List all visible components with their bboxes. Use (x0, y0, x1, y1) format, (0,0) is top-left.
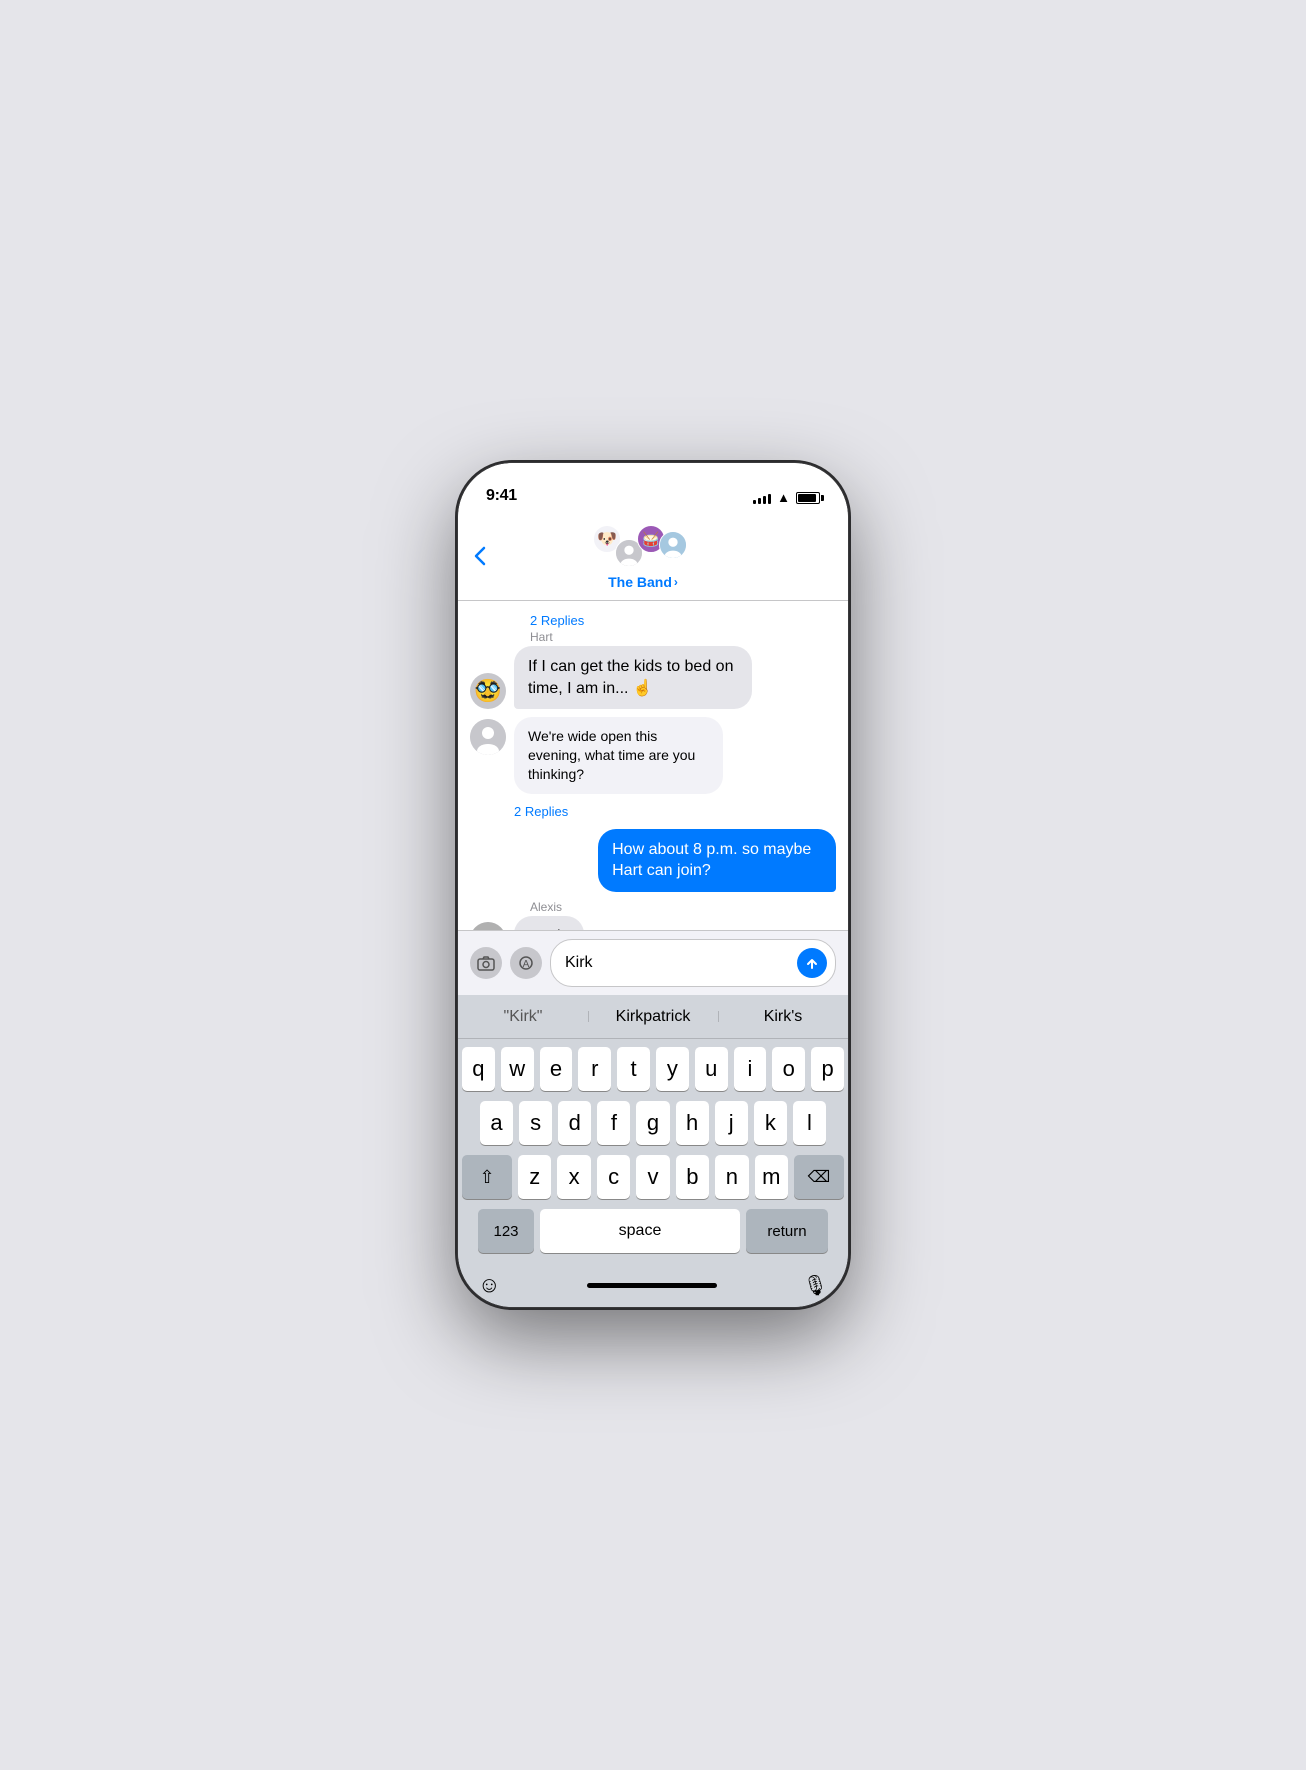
key-i[interactable]: i (734, 1047, 767, 1091)
key-e[interactable]: e (540, 1047, 573, 1091)
bubble-1: If I can get the kids to bed on time, I … (514, 646, 752, 709)
phone-screen: 9:41 ▲ (458, 463, 848, 1307)
key-w[interactable]: w (501, 1047, 534, 1091)
message-row-2-wrap: We're wide open this evening, what time … (470, 717, 836, 821)
bubble-4: Work (514, 916, 584, 930)
key-q[interactable]: q (462, 1047, 495, 1091)
chat-area: 2 Replies Hart 🥸 If I can get the kids t… (458, 601, 848, 930)
key-d[interactable]: d (558, 1101, 591, 1145)
space-key[interactable]: space (540, 1209, 740, 1253)
key-k[interactable]: k (754, 1101, 787, 1145)
avatar-4 (659, 531, 687, 559)
back-button[interactable] (474, 546, 486, 566)
group-avatars: 🐶 🥁 (593, 521, 693, 571)
message-row-4: Work (470, 916, 836, 930)
numbers-key[interactable]: 123 (478, 1209, 534, 1253)
key-m[interactable]: m (755, 1155, 788, 1199)
status-icons: ▲ (753, 490, 820, 505)
autocorrect-option-3[interactable]: Kirk's (718, 1008, 848, 1026)
keyboard: "Kirk" Kirkpatrick Kirk's q w e r (458, 995, 848, 1307)
key-v[interactable]: v (636, 1155, 669, 1199)
status-bar: 9:41 ▲ (458, 463, 848, 513)
autocorrect-bar: "Kirk" Kirkpatrick Kirk's (458, 995, 848, 1039)
key-u[interactable]: u (695, 1047, 728, 1091)
keyboard-bottom-bar: ☺ 🎙 (458, 1263, 848, 1307)
autocorrect-option-2[interactable]: Kirkpatrick (588, 1008, 718, 1026)
avatar-2 (470, 719, 506, 755)
key-g[interactable]: g (636, 1101, 669, 1145)
input-bar: A Kirk (458, 930, 848, 995)
shift-key[interactable]: ⇧ (462, 1155, 512, 1199)
key-row-1: q w e r t y u i o p (462, 1047, 844, 1091)
key-a[interactable]: a (480, 1101, 513, 1145)
key-h[interactable]: h (676, 1101, 709, 1145)
key-c[interactable]: c (597, 1155, 630, 1199)
battery-icon (796, 492, 820, 504)
replies-label-2[interactable]: 2 Replies (514, 804, 836, 819)
key-x[interactable]: x (557, 1155, 590, 1199)
keys-area: q w e r t y u i o p a s d (458, 1039, 848, 1263)
mic-button[interactable]: 🎙 (803, 1273, 828, 1298)
return-key[interactable]: return (746, 1209, 828, 1253)
message-row-1: 🥸 If I can get the kids to bed on time, … (470, 646, 836, 709)
key-p[interactable]: p (811, 1047, 844, 1091)
signal-bars-icon (753, 492, 771, 504)
autocorrect-option-1[interactable]: "Kirk" (458, 1008, 588, 1026)
key-f[interactable]: f (597, 1101, 630, 1145)
wifi-icon: ▲ (777, 490, 790, 505)
sender-name-4: Alexis (530, 900, 836, 914)
emoji-button[interactable]: ☺ (478, 1272, 500, 1298)
svg-text:A: A (523, 959, 530, 970)
key-b[interactable]: b (676, 1155, 709, 1199)
send-button[interactable] (797, 948, 827, 978)
phone-device: 9:41 ▲ (458, 463, 848, 1307)
message-row-2: We're wide open this evening, what time … (470, 717, 836, 821)
messages-header: 🐶 🥁 (458, 513, 848, 601)
key-j[interactable]: j (715, 1101, 748, 1145)
key-y[interactable]: y (656, 1047, 689, 1091)
key-t[interactable]: t (617, 1047, 650, 1091)
key-s[interactable]: s (519, 1101, 552, 1145)
key-r[interactable]: r (578, 1047, 611, 1091)
key-row-3: ⇧ z x c v b n m ⌫ (462, 1155, 844, 1199)
header-center: 🐶 🥁 (593, 521, 693, 590)
avatar-hart: 🥸 (470, 673, 506, 709)
message-input-wrap: Kirk (550, 939, 836, 987)
bubble-3: How about 8 p.m. so maybe Hart can join? (598, 829, 836, 892)
home-indicator (587, 1283, 717, 1288)
chevron-right-icon: › (674, 575, 678, 589)
key-row-4: 123 space return (462, 1209, 844, 1253)
key-z[interactable]: z (518, 1155, 551, 1199)
key-l[interactable]: l (793, 1101, 826, 1145)
bubble-2: We're wide open this evening, what time … (514, 717, 723, 794)
status-time: 9:41 (486, 487, 517, 505)
message-row-3: How about 8 p.m. so maybe Hart can join? (470, 829, 836, 892)
key-o[interactable]: o (772, 1047, 805, 1091)
camera-button[interactable] (470, 947, 502, 979)
group-name[interactable]: The Band › (608, 574, 678, 590)
apps-button[interactable]: A (510, 947, 542, 979)
delete-key[interactable]: ⌫ (794, 1155, 844, 1199)
key-row-2: a s d f g h j k l (462, 1101, 844, 1145)
replies-label-1[interactable]: 2 Replies (470, 613, 836, 628)
message-input[interactable]: Kirk (565, 954, 791, 972)
avatar-alexis (470, 922, 506, 930)
key-n[interactable]: n (715, 1155, 748, 1199)
sender-name-1: Hart (530, 630, 836, 644)
